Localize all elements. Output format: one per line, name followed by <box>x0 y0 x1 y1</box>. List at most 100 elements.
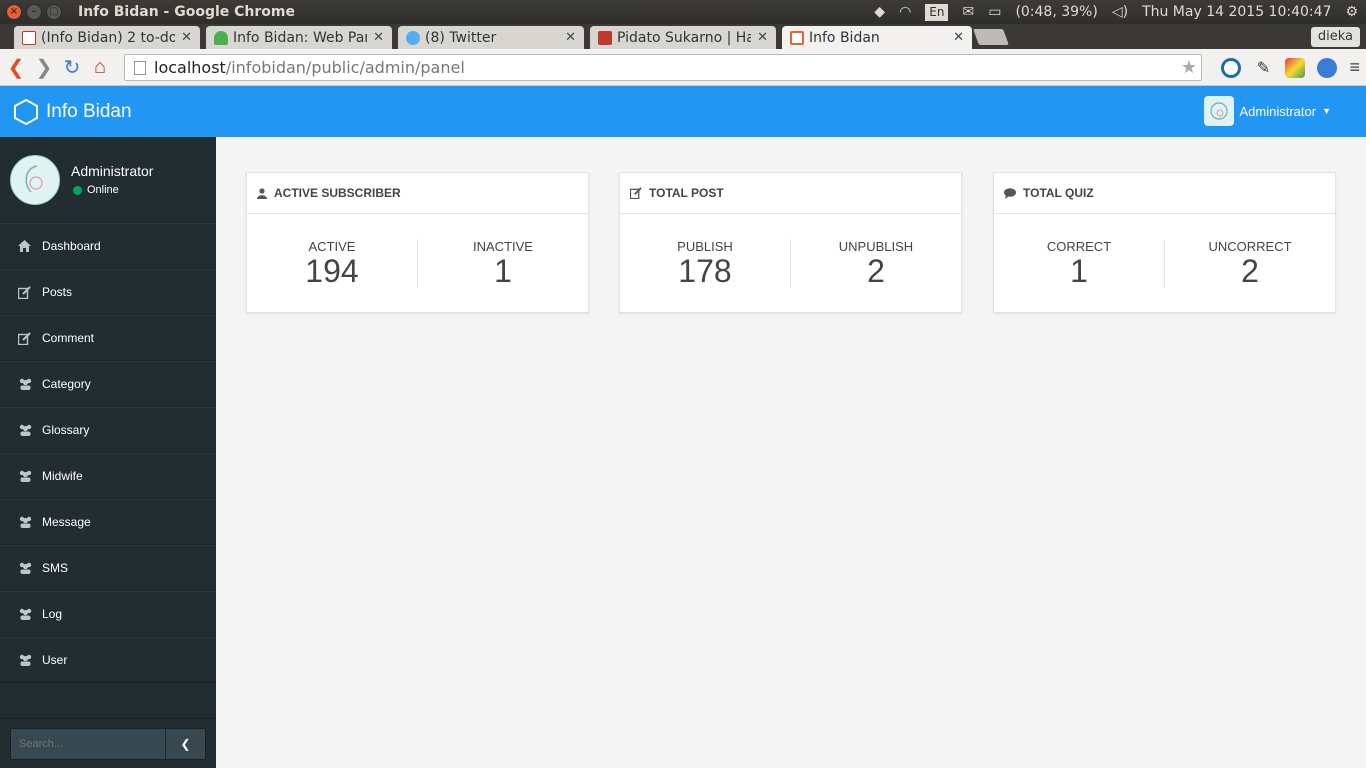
extension-icons: ✎ ≡ <box>1221 57 1360 78</box>
users-icon <box>18 516 34 528</box>
users-icon <box>18 378 34 390</box>
sidebar-item-category[interactable]: Category <box>0 361 216 407</box>
stat-label: UNPUBLISH <box>838 239 914 254</box>
globe-icon[interactable] <box>1317 57 1338 78</box>
edit-icon <box>18 331 34 345</box>
window-controls: × – □ <box>6 4 62 20</box>
stat-value: 1 <box>1070 253 1088 289</box>
sidebar-item-label: Log <box>42 607 63 621</box>
bookmark-star-icon[interactable]: ★ <box>1181 57 1197 78</box>
sidebar-item-dashboard[interactable]: Dashboard <box>0 223 216 269</box>
sidebar-item-user[interactable]: User <box>0 637 216 683</box>
volume-icon[interactable]: ◁) <box>1112 4 1128 20</box>
sidebar-item-midwife[interactable]: Midwife <box>0 453 216 499</box>
avatar <box>1203 96 1234 126</box>
stat-label: ACTIVE <box>308 239 356 254</box>
eyedropper-icon[interactable]: ✎ <box>1253 58 1273 78</box>
settings-gear-icon[interactable]: ⚙ <box>1345 4 1358 20</box>
search-input[interactable] <box>10 727 165 760</box>
forward-arrow-icon[interactable]: ❯ <box>30 55 58 80</box>
mother-avatar-icon <box>25 164 43 192</box>
sidebar-item-label: Posts <box>42 285 73 299</box>
sidebar-item-glossary[interactable]: Glossary <box>0 407 216 453</box>
comment-icon <box>1004 187 1016 199</box>
close-tab-icon[interactable]: ✕ <box>565 30 576 45</box>
address-bar[interactable]: localhost/infobidan/public/admin/panel ★ <box>124 54 1202 81</box>
clock[interactable]: Thu May 14 2015 10:40:47 <box>1142 4 1331 20</box>
avatar <box>10 154 60 205</box>
tab-label: (Info Bidan) 2 to-dos <box>41 29 176 46</box>
sidebar-item-log[interactable]: Log <box>0 591 216 637</box>
sidebar-item-message[interactable]: Message <box>0 499 216 545</box>
drive-icon <box>214 30 228 45</box>
sidebar-item-label: Category <box>42 377 91 391</box>
collapse-sidebar-button[interactable]: ❮ <box>165 727 206 760</box>
sidebar-item-comment[interactable]: Comment <box>0 315 216 361</box>
back-arrow-icon[interactable]: ❮ <box>2 55 30 80</box>
total-post-box: TOTAL POST PUBLISH 178 UNPUBLISH 2 <box>619 172 962 313</box>
browser-toolbar: ❮ ❯ ↻ ⌂ localhost/infobidan/public/admin… <box>0 49 1366 86</box>
close-window-button[interactable]: × <box>6 4 22 20</box>
stat-value: 178 <box>678 253 732 289</box>
user-menu-dropdown[interactable]: Administrator ▼ <box>1203 96 1331 126</box>
user-panel: Administrator Online <box>0 137 216 223</box>
new-tab-button[interactable] <box>973 29 1009 45</box>
reload-icon[interactable]: ↻ <box>58 55 86 80</box>
stat-value: 1 <box>494 253 512 289</box>
stat-correct: CORRECT 1 <box>994 239 1164 288</box>
url-path: /infobidan/public/admin/panel <box>225 58 465 77</box>
maximize-window-button[interactable]: □ <box>46 4 62 20</box>
main-content: ACTIVE SUBSCRIBER ACTIVE 194 INACTIVE 1 … <box>216 137 1366 768</box>
stat-label: PUBLISH <box>677 239 733 254</box>
color-extension-icon[interactable] <box>1285 57 1306 78</box>
sidebar-item-label: Comment <box>42 331 95 345</box>
wifi-icon[interactable]: ◠ <box>899 4 911 20</box>
home-icon[interactable]: ⌂ <box>86 56 114 79</box>
close-tab-icon[interactable]: ✕ <box>953 30 964 45</box>
app-icon <box>790 30 804 45</box>
status-text: Online <box>87 184 119 196</box>
stat-label: UNCORRECT <box>1208 239 1292 254</box>
tab-drive[interactable]: Info Bidan: Web Pan ✕ <box>206 26 392 49</box>
sidebar-item-posts[interactable]: Posts <box>0 269 216 315</box>
close-tab-icon[interactable]: ✕ <box>373 30 384 45</box>
user-menu-name: Administrator <box>1239 103 1317 119</box>
users-icon <box>18 562 34 574</box>
sidebar-item-label: Message <box>42 515 91 529</box>
users-icon <box>18 654 34 666</box>
tab-gmail[interactable]: (Info Bidan) 2 to-dos ✕ <box>14 26 200 49</box>
window-title: Info Bidan - Google Chrome <box>78 4 295 20</box>
close-tab-icon[interactable]: ✕ <box>181 30 192 45</box>
os-top-bar: × – □ Info Bidan - Google Chrome ◆ ◠ En … <box>0 0 1366 24</box>
stat-value: 194 <box>305 253 359 289</box>
tab-label: Info Bidan: Web Pan <box>233 29 368 46</box>
extension-swirl-icon[interactable] <box>1221 57 1242 78</box>
keyboard-layout-indicator[interactable]: En <box>925 3 949 21</box>
online-dot-icon <box>73 185 82 195</box>
battery-status[interactable]: (0:48, 39%) <box>1015 4 1097 20</box>
tab-twitter[interactable]: (8) Twitter ✕ <box>398 26 584 49</box>
sidebar: Administrator Online Dashboard Posts Com… <box>0 137 216 768</box>
dropbox-icon[interactable]: ◆ <box>874 4 885 20</box>
edit-icon <box>630 187 642 199</box>
close-tab-icon[interactable]: ✕ <box>757 30 768 45</box>
mail-icon[interactable]: ✉ <box>962 4 974 20</box>
gmail-icon <box>22 30 36 45</box>
brand-logo[interactable]: Info Bidan <box>14 98 132 125</box>
tab-info-bidan[interactable]: Info Bidan ✕ <box>782 26 972 49</box>
edit-icon <box>18 285 34 299</box>
profile-button[interactable]: dieka <box>1310 27 1360 47</box>
page-icon <box>134 60 146 75</box>
total-quiz-box: TOTAL QUIZ CORRECT 1 UNCORRECT 2 <box>993 172 1336 313</box>
box-title: TOTAL QUIZ <box>1023 186 1094 200</box>
sidebar-item-sms[interactable]: SMS <box>0 545 216 591</box>
twitter-icon <box>406 30 420 45</box>
minimize-window-button[interactable]: – <box>26 4 42 20</box>
chrome-menu-icon[interactable]: ≡ <box>1349 57 1360 78</box>
sidebar-menu: Dashboard Posts Comment Category Glossar… <box>0 223 216 683</box>
tab-label: Info Bidan <box>809 29 880 46</box>
tab-sukarno[interactable]: Pidato Sukarno | Has ✕ <box>590 26 776 49</box>
battery-icon[interactable]: ▭ <box>988 4 1001 20</box>
user-icon <box>257 187 267 199</box>
stat-active: ACTIVE 194 <box>247 239 417 288</box>
